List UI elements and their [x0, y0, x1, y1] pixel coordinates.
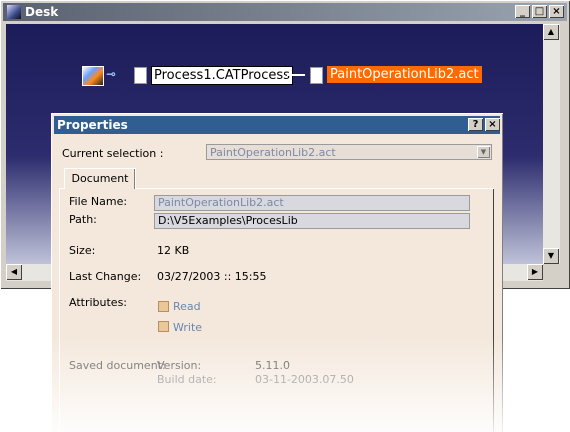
- tree-node-paint-operation-lib[interactable]: PaintOperationLib2.act: [327, 66, 482, 83]
- read-label: Read: [173, 300, 201, 313]
- build-date-value: 03-11-2003.07.50: [255, 373, 354, 386]
- process-document-icon: [134, 67, 147, 84]
- size-label: Size:: [69, 244, 96, 257]
- help-button[interactable]: ?: [468, 118, 483, 131]
- scroll-down-arrow-icon[interactable]: ▼: [543, 248, 559, 264]
- minimize-button[interactable]: _: [515, 5, 530, 18]
- catia-app-icon: [7, 5, 21, 19]
- dialog-close-button[interactable]: ×: [485, 118, 500, 131]
- scroll-up-arrow-icon[interactable]: ▲: [543, 24, 559, 40]
- dropdown-arrow-icon[interactable]: ▼: [477, 146, 490, 158]
- write-checkbox[interactable]: [158, 321, 169, 332]
- path-label: Path:: [69, 213, 97, 226]
- tree-node-process[interactable]: Process1.CATProcess: [151, 66, 293, 85]
- version-label: Version:: [157, 359, 202, 372]
- version-value: 5.11.0: [255, 359, 290, 372]
- last-change-label: Last Change:: [69, 270, 142, 283]
- path-field[interactable]: D:\V5Examples\ProcesLib: [154, 213, 470, 229]
- maximize-button[interactable]: □: [532, 5, 547, 18]
- expand-collapse-icon[interactable]: ⊸: [106, 67, 128, 83]
- desk-titlebar[interactable]: Desk _ □ ×: [3, 3, 567, 21]
- file-name-label: File Name:: [69, 195, 128, 208]
- current-selection-value: PaintOperationLib2.act: [210, 146, 336, 159]
- current-selection-label: Current selection :: [62, 147, 164, 160]
- properties-titlebar[interactable]: Properties ? ×: [54, 116, 500, 134]
- file-name-field[interactable]: PaintOperationLib2.act: [154, 195, 470, 211]
- act-document-icon: [310, 67, 323, 84]
- attributes-label: Attributes:: [69, 296, 128, 309]
- properties-dialog: Properties ? × Current selection : Paint…: [51, 113, 503, 432]
- scroll-left-arrow-icon[interactable]: ◀: [6, 264, 22, 280]
- close-button[interactable]: ×: [549, 5, 564, 18]
- tab-document[interactable]: Document: [64, 168, 136, 189]
- scroll-right-arrow-icon[interactable]: ▶: [527, 264, 543, 280]
- last-change-value: 03/27/2003 :: 15:55: [157, 270, 267, 283]
- vertical-scrollbar[interactable]: ▲ ▼: [543, 24, 560, 264]
- process-root-icon[interactable]: [82, 66, 104, 86]
- desk-title: Desk: [25, 5, 59, 19]
- properties-title: Properties: [57, 118, 128, 132]
- saved-document-label: Saved document:: [69, 359, 166, 372]
- read-checkbox[interactable]: [158, 301, 169, 312]
- build-date-label: Build date:: [157, 373, 217, 386]
- current-selection-dropdown[interactable]: PaintOperationLib2.act ▼: [206, 144, 492, 160]
- write-label: Write: [173, 321, 203, 334]
- tree-connector-line: [287, 74, 305, 76]
- size-value: 12 KB: [157, 244, 190, 257]
